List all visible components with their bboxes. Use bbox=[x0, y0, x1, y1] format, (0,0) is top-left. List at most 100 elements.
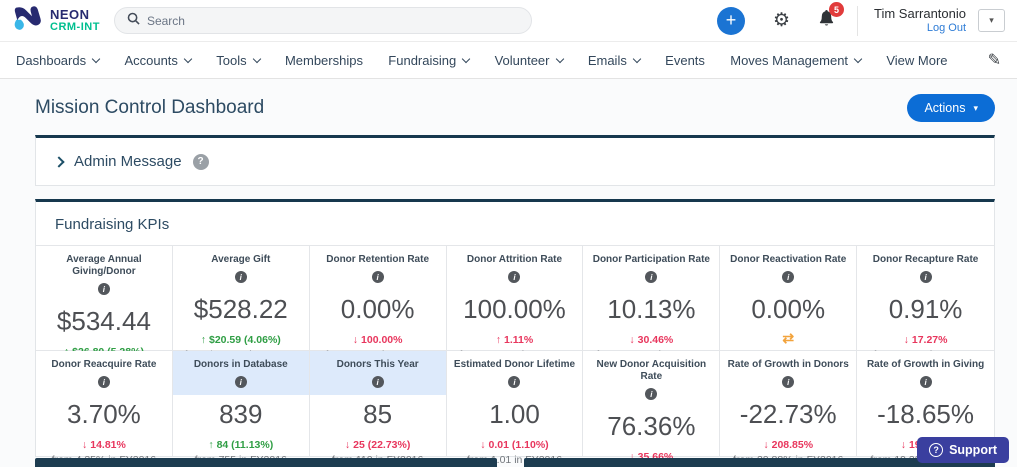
kpi-title: Donor Reactivation Rate bbox=[730, 254, 847, 265]
kpi-delta-text: 100.00% bbox=[361, 333, 403, 346]
user-dropdown-button[interactable]: ▾ bbox=[978, 9, 1005, 32]
info-icon[interactable]: i bbox=[234, 376, 247, 388]
kpi-value: 0.00% bbox=[340, 293, 415, 324]
info-icon[interactable]: i bbox=[919, 376, 932, 388]
nav-item-events[interactable]: Events bbox=[665, 53, 705, 68]
help-question-icon[interactable]: ? bbox=[192, 153, 209, 170]
chevron-down-icon bbox=[853, 54, 863, 63]
kpi-title: Donor Attrition Rate bbox=[466, 254, 563, 265]
add-new-button[interactable]: + bbox=[716, 6, 745, 35]
page-title: Mission Control Dashboard bbox=[35, 97, 265, 118]
settings-gear-icon[interactable]: ⚙ bbox=[773, 9, 790, 32]
kpi-title: Rate of Growth in Giving bbox=[866, 359, 985, 370]
kpi-title: Rate of Growth in Donors bbox=[727, 359, 849, 370]
info-icon[interactable]: i bbox=[508, 376, 521, 388]
arrow-down-icon: ↓ bbox=[763, 438, 769, 451]
next-panel-top-left bbox=[35, 458, 497, 467]
arrow-up-icon: ↑ bbox=[208, 438, 214, 451]
kpi-delta-text: 30.46% bbox=[637, 333, 674, 346]
support-button-label: Support bbox=[949, 443, 997, 457]
nav-item-moves-management[interactable]: Moves Management bbox=[730, 53, 863, 68]
chevron-down-icon bbox=[461, 54, 471, 63]
kpi-delta-text: 17.27% bbox=[911, 333, 948, 346]
kpi-value: 0.00% bbox=[751, 293, 826, 324]
nav-item-fundraising[interactable]: Fundraising bbox=[388, 52, 471, 68]
info-icon[interactable]: i bbox=[782, 271, 795, 283]
nav-items: Dashboards Accounts Tools Memberships Fundra… bbox=[16, 53, 988, 68]
info-icon[interactable]: i bbox=[234, 271, 247, 283]
kpi-card: Donors in Databasei839↑84 (11.13%)from 7… bbox=[172, 351, 310, 466]
topbar-actions: + ⚙ 5 Tim Sarrantonio Log Out ▾ bbox=[716, 2, 1005, 36]
arrow-down-icon: ↓ bbox=[903, 333, 909, 346]
user-menu[interactable]: Tim Sarrantonio Log Out bbox=[874, 6, 966, 36]
nav-item-label: Events bbox=[665, 52, 705, 68]
kpi-delta-text: 14.81% bbox=[90, 438, 126, 451]
kpi-card-header: Donor Recapture Rate i bbox=[857, 246, 994, 290]
info-icon[interactable]: i bbox=[508, 271, 521, 283]
arrow-down-icon: ↓ bbox=[344, 438, 351, 451]
nav-item-volunteer[interactable]: Volunteer bbox=[495, 53, 564, 68]
info-icon[interactable]: i bbox=[371, 271, 384, 283]
kpi-value: $528.22 bbox=[193, 293, 288, 324]
arrow-down-icon: ↓ bbox=[900, 438, 906, 451]
kpi-delta-text: 84 (11.13%) bbox=[216, 438, 274, 451]
kpi-card: Donors This Yeari85↓25 (22.73%)from 110 … bbox=[309, 351, 447, 466]
kpi-title: Donor Retention Rate bbox=[326, 254, 430, 265]
nav-item-memberships[interactable]: Memberships bbox=[285, 53, 363, 68]
info-icon[interactable]: i bbox=[645, 388, 658, 400]
kpi-delta-text: $20.59 (4.06%) bbox=[208, 333, 281, 346]
kpi-card: Donor Attrition Ratei100.00%↑1.11%from 9… bbox=[446, 246, 584, 361]
nav-item-label: Emails bbox=[587, 52, 627, 68]
kpi-grid: Average Annual Giving/Donori$534.44↑$26.… bbox=[36, 245, 994, 467]
kpi-delta-text: 1.11% bbox=[504, 333, 534, 346]
chevron-down-icon bbox=[632, 54, 642, 63]
kpi-delta: ↑ $20.59 (4.06%) bbox=[201, 334, 281, 346]
nav-item-view-more[interactable]: View More bbox=[886, 53, 947, 68]
nav-item-tools[interactable]: Tools bbox=[216, 53, 261, 68]
notifications-button[interactable]: 5 bbox=[818, 2, 844, 32]
nav-item-accounts[interactable]: Accounts bbox=[124, 53, 193, 68]
kpi-title: Donors This Year bbox=[336, 359, 419, 370]
arrow-down-icon: ↓ bbox=[480, 438, 486, 451]
kpi-value: $534.44 bbox=[56, 305, 151, 336]
info-icon[interactable]: i bbox=[919, 271, 932, 283]
kpi-delta: ↓ 14.81% bbox=[82, 439, 126, 451]
nav-item-label: Fundraising bbox=[388, 52, 457, 68]
info-icon[interactable]: i bbox=[371, 376, 384, 388]
arrow-down-icon: ↓ bbox=[629, 333, 635, 346]
chevron-down-icon bbox=[555, 54, 564, 63]
edit-nav-pencil-icon[interactable]: ✎ bbox=[988, 50, 1001, 70]
nav-item-label: Dashboards bbox=[16, 52, 87, 68]
logo-line1: NEON bbox=[50, 6, 90, 22]
kpi-card: Average Annual Giving/Donori$534.44↑$26.… bbox=[36, 246, 173, 373]
search-input[interactable] bbox=[146, 13, 519, 28]
logo-text: NEON CRM-INT bbox=[50, 8, 100, 33]
kpi-delta: ↓ 0.01 (1.10%) bbox=[480, 439, 548, 451]
neon-logo[interactable]: NEON CRM-INT bbox=[12, 4, 100, 37]
nav-item-emails[interactable]: Emails bbox=[587, 52, 642, 68]
global-search[interactable] bbox=[113, 7, 532, 34]
bell-icon bbox=[818, 9, 835, 31]
info-icon[interactable]: i bbox=[97, 376, 110, 388]
question-circle-icon: ? bbox=[929, 443, 944, 457]
kpi-card-header: Donors This Year i bbox=[309, 351, 446, 395]
info-icon[interactable]: i bbox=[645, 271, 658, 283]
kpi-card: Donor Retention Ratei0.00%↓100.00%from 1… bbox=[309, 246, 447, 361]
info-icon[interactable]: i bbox=[97, 283, 110, 295]
kpi-value: 1.00 bbox=[489, 398, 540, 429]
nav-item-dashboards[interactable]: Dashboards bbox=[16, 52, 101, 68]
kpi-delta-text: 208.85% bbox=[771, 438, 814, 451]
expand-chevron-right-icon[interactable] bbox=[53, 155, 65, 168]
info-icon[interactable]: i bbox=[782, 376, 795, 388]
kpi-value: -22.73% bbox=[739, 398, 837, 429]
actions-button[interactable]: Actions ▾ bbox=[907, 94, 995, 122]
kpi-value: 3.70% bbox=[67, 398, 141, 429]
logout-link[interactable]: Log Out bbox=[874, 22, 966, 36]
support-button[interactable]: ? Support bbox=[917, 437, 1009, 463]
kpi-value: 839 bbox=[219, 398, 263, 429]
kpi-delta: ↓ 100.00% bbox=[353, 334, 403, 346]
kpi-card: Rate of Growth in Donors i -22.73% ↓ 208.85%… bbox=[720, 351, 858, 466]
kpi-title: Donor Reacquire Rate bbox=[51, 359, 157, 370]
kpi-delta: ↓ 30.46% bbox=[629, 334, 673, 346]
kpi-delta: ↓ 25 (22.73%) bbox=[345, 439, 410, 451]
